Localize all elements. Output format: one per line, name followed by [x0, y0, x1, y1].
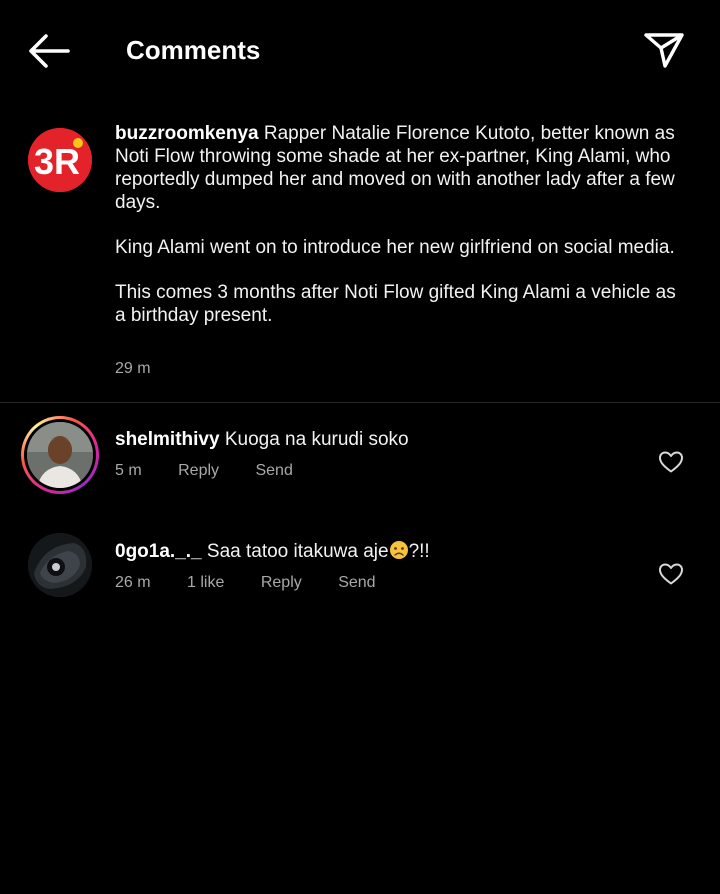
divider — [0, 402, 720, 403]
send-button[interactable]: Send — [255, 462, 292, 480]
story-ring[interactable] — [21, 416, 99, 494]
comment-item: shelmithivy Kuoga na kurudi soko 5 m Rep… — [0, 416, 720, 518]
paper-plane-icon — [644, 33, 684, 68]
caption-paragraph-2: King Alami went on to introduce her new … — [115, 237, 675, 258]
reply-button[interactable]: Reply — [178, 462, 219, 480]
person-photo-icon — [27, 422, 93, 488]
heart-icon — [659, 451, 683, 473]
comment-body: Kuoga na kurudi soko — [224, 429, 409, 450]
like-button[interactable] — [658, 450, 684, 474]
comment-body-suffix: ?!! — [408, 541, 430, 562]
br-logo-icon: 3R — [28, 128, 92, 192]
caption-username[interactable]: buzzroomkenya — [115, 123, 259, 144]
comment-username[interactable]: 0go1a._._ — [115, 541, 202, 562]
0go1a-avatar[interactable] — [28, 533, 92, 597]
heart-icon — [659, 563, 683, 585]
comment-time: 26 m — [115, 574, 151, 591]
share-button[interactable] — [640, 28, 688, 72]
comment-text: 0go1a._._ Saa tatoo itakuwa aje?!! — [115, 540, 430, 563]
comment-meta: 26 m 1 like Reply Send — [115, 574, 408, 592]
reply-button[interactable]: Reply — [261, 574, 302, 592]
top-bar: Comments — [0, 0, 720, 100]
comment-meta: 5 m Reply Send — [115, 462, 325, 480]
camera-lens-photo-icon — [28, 533, 92, 597]
caption-timestamp: 29 m — [115, 360, 151, 377]
send-button[interactable]: Send — [338, 574, 375, 592]
comment-time: 5 m — [115, 462, 142, 479]
caption-body: buzzroomkenya Rapper Natalie Florence Ku… — [115, 122, 685, 349]
page-title: Comments — [126, 35, 261, 65]
likes-count[interactable]: 1 like — [187, 574, 224, 592]
story-ring-inner — [24, 419, 96, 491]
comment-username[interactable]: shelmithivy — [115, 429, 220, 450]
shelmithivy-avatar — [27, 422, 93, 488]
arrow-left-icon — [29, 34, 70, 68]
svg-text:3R: 3R — [34, 141, 80, 182]
comment-text: shelmithivy Kuoga na kurudi soko — [115, 428, 409, 451]
caption-paragraph-1: buzzroomkenya Rapper Natalie Florence Ku… — [115, 122, 685, 214]
comment-body: Saa tatoo itakuwa aje — [206, 541, 389, 562]
back-button[interactable] — [24, 28, 74, 74]
buzzroom-avatar[interactable]: 3R — [28, 128, 92, 192]
comment-item: 0go1a._._ Saa tatoo itakuwa aje?!! 26 m … — [0, 533, 720, 630]
caption-paragraph-3: This comes 3 months after Noti Flow gift… — [115, 282, 676, 326]
like-button[interactable] — [658, 562, 684, 586]
worried-face-icon — [389, 541, 408, 559]
